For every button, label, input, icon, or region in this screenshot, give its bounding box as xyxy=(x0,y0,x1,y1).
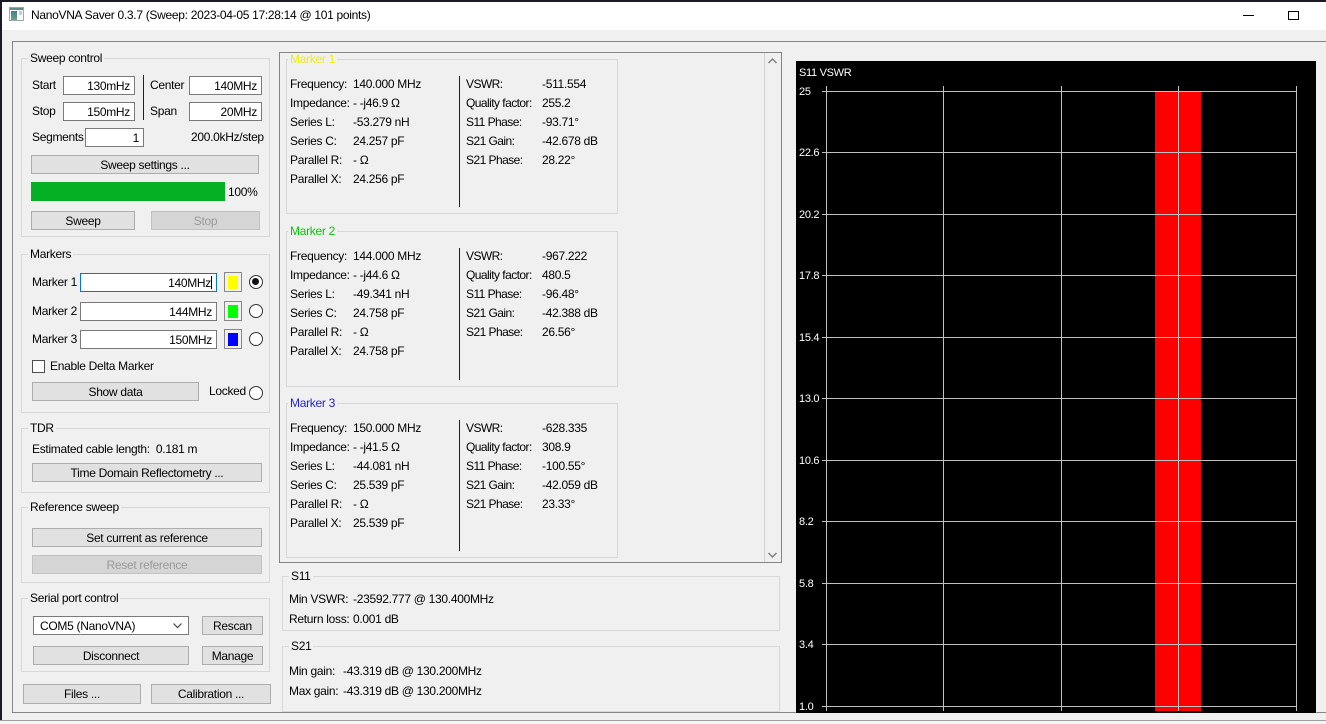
svg-text:3.4: 3.4 xyxy=(799,639,814,651)
svg-text:10.6: 10.6 xyxy=(799,455,819,467)
svg-text:22.6: 22.6 xyxy=(799,147,819,159)
svg-text:20.2: 20.2 xyxy=(799,209,819,221)
svg-text:1.0: 1.0 xyxy=(799,701,814,713)
svg-text:17.8: 17.8 xyxy=(799,270,819,282)
svg-text:S11 VSWR: S11 VSWR xyxy=(799,67,852,79)
svg-text:25: 25 xyxy=(799,86,811,98)
svg-text:13.0: 13.0 xyxy=(799,393,819,405)
svg-text:5.8: 5.8 xyxy=(799,578,814,590)
svg-text:15.4: 15.4 xyxy=(799,332,819,344)
svg-text:8.2: 8.2 xyxy=(799,516,814,528)
